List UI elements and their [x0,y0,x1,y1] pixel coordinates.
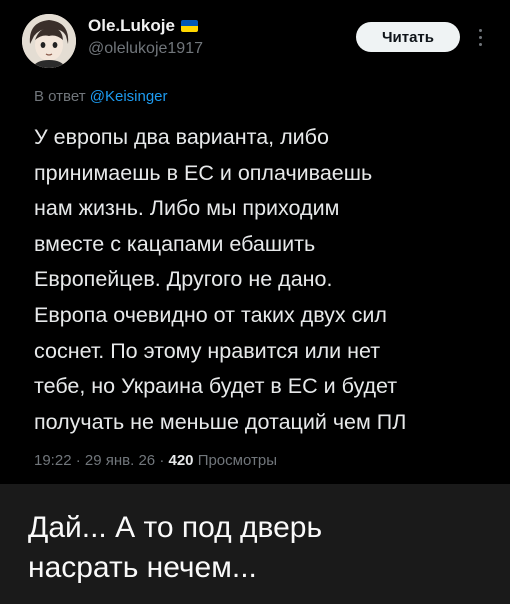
tweet-meta: 19:22 · 29 янв. 26 · 420 Просмотры [34,452,277,469]
reply-prefix: В ответ [34,88,86,105]
follow-button[interactable]: Читать [356,22,460,52]
views-label: Просмотры [197,452,277,469]
reply-context: В ответ @Keisinger [34,88,168,105]
tweet-text: У европы два варианта, либо принимаешь в… [34,125,407,434]
tweet-date[interactable]: 29 янв. 26 [85,452,155,469]
tweet-time[interactable]: 19:22 [34,452,72,469]
caption-text: Дай... А то под дверь насрать нечем... [28,511,323,584]
author-name[interactable]: Ole.Lukoje [88,16,175,36]
ukraine-flag-icon [180,20,198,32]
avatar-icon [22,14,76,68]
avatar[interactable] [22,14,76,68]
meta-separator: · [75,452,85,469]
views-count: 420 [168,452,194,469]
author-handle[interactable]: @olelukoje1917 [88,40,203,58]
author-name-row[interactable]: Ole.Lukoje [88,16,198,36]
reply-mention-link[interactable]: @Keisinger [90,88,168,105]
more-vertical-icon[interactable] [474,22,486,52]
tweet-card: Ole.Lukoje @olelukoje1917 Читать В ответ… [0,0,510,484]
